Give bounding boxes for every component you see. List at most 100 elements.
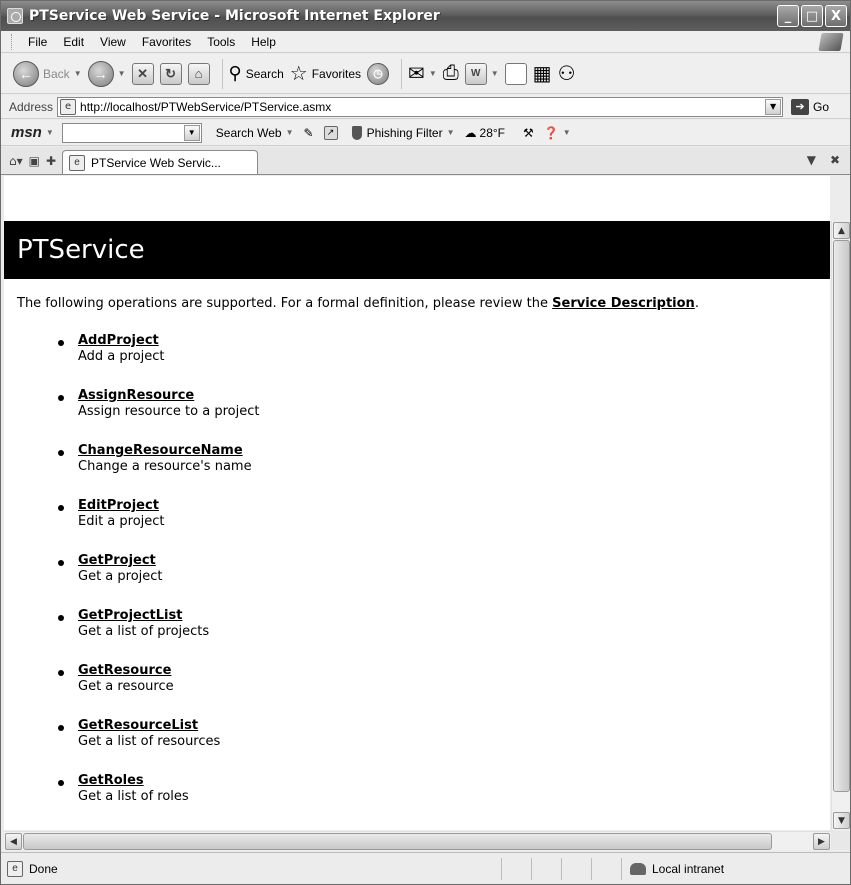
help-icon: ❓ — [543, 125, 559, 140]
menu-favorites[interactable]: Favorites — [134, 35, 199, 49]
ie-app-icon — [7, 8, 23, 24]
mail-icon: ✉ — [408, 63, 425, 85]
operation-link-editproject[interactable]: EditProject — [61, 498, 259, 513]
tools-icon: ⚒ — [523, 125, 534, 140]
operation-link-addproject[interactable]: AddProject — [61, 333, 259, 348]
operation-link-getroles[interactable]: GetRoles — [61, 773, 259, 788]
maximize-button[interactable]: □ — [801, 5, 823, 27]
toolbar-grip[interactable] — [11, 33, 14, 50]
operation-link-getproject[interactable]: GetProject — [61, 553, 259, 568]
tab-list-icon[interactable]: ▣ — [29, 154, 40, 168]
stop-icon: ✕ — [131, 62, 154, 85]
operation-link-getresource[interactable]: GetResource — [61, 663, 259, 678]
scroll-up-icon[interactable]: ▲ — [833, 222, 850, 239]
intro-paragraph: The following operations are supported. … — [17, 296, 699, 311]
popup-blocker-button[interactable]: ↗ — [323, 125, 342, 140]
new-tab-icon[interactable]: ✚ — [46, 154, 56, 168]
service-description-link[interactable]: Service Description — [552, 296, 695, 311]
msn-search-dropdown-icon[interactable]: ▼ — [183, 124, 200, 141]
security-zone[interactable]: Local intranet — [621, 857, 771, 880]
search-web-label: Search Web — [215, 125, 282, 140]
weather-label: 28°F — [479, 125, 505, 140]
operation-link-getprojectlist[interactable]: GetProjectList — [61, 608, 259, 623]
status-panels — [501, 857, 621, 880]
stop-button[interactable]: ✕ — [131, 62, 154, 85]
address-dropdown-icon[interactable]: ▼ — [765, 98, 782, 115]
menu-help[interactable]: Help — [243, 35, 284, 49]
vertical-scroll-thumb[interactable] — [833, 240, 850, 792]
close-tab-icon[interactable]: ✖ — [830, 153, 840, 167]
menu-file[interactable]: File — [20, 35, 55, 49]
history-button[interactable]: ◷ — [367, 62, 390, 85]
messenger-button[interactable]: ⚇ — [558, 61, 576, 86]
address-url[interactable]: http://localhost/PTWebService/PTService.… — [80, 100, 331, 114]
weather-button[interactable]: ☁ 28°F — [465, 126, 505, 140]
tools-button[interactable]: ⚒ — [523, 126, 534, 140]
vertical-scrollbar[interactable]: ▲ ▼ — [831, 221, 850, 830]
highlighter-icon: ✎ — [303, 125, 314, 140]
phishing-dropdown-icon[interactable]: ▼ — [447, 128, 455, 137]
refresh-button[interactable]: ↻ — [159, 62, 182, 85]
back-arrow-icon: ← — [13, 60, 39, 87]
help-button[interactable]: ❓ ▼ — [544, 126, 571, 140]
shield-icon — [351, 125, 362, 140]
close-button[interactable]: X — [825, 5, 847, 27]
horizontal-scrollbar[interactable]: ◀ ▶ — [4, 831, 831, 850]
mail-dropdown-icon[interactable]: ▼ — [429, 69, 437, 78]
edit-dropdown-icon[interactable]: ▼ — [491, 69, 499, 78]
page-title: PTService — [4, 221, 830, 279]
menu-view[interactable]: View — [92, 35, 134, 49]
discuss-button[interactable] — [504, 62, 527, 85]
standard-toolbar: ← Back ▼ → ▼ ✕ ↻ ⌂ ⚲ Search ☆ Favorites … — [1, 54, 850, 94]
search-button[interactable]: ⚲ Search — [229, 63, 284, 84]
operation-description: Get a list of roles — [78, 789, 189, 804]
forward-button[interactable]: → ▼ — [87, 60, 126, 87]
list-item: EditProject Edit a project — [57, 498, 259, 553]
horizontal-scroll-thumb[interactable] — [23, 833, 772, 850]
research-icon: ▦ — [532, 63, 552, 85]
edit-button[interactable]: W ▼ — [464, 62, 499, 85]
tab-icons: ⌂▾ ▣ ✚ — [9, 148, 56, 174]
go-button[interactable]: ➔ Go — [791, 98, 830, 115]
menu-edit[interactable]: Edit — [55, 35, 92, 49]
minimize-button[interactable]: _ — [777, 5, 799, 27]
favorites-button[interactable]: ☆ Favorites — [290, 61, 361, 86]
tab-row: ⌂▾ ▣ ✚ e PTService Web Servic... ▼ ✖ — [1, 147, 850, 175]
back-button[interactable]: ← Back ▼ — [13, 60, 82, 87]
popup-icon: ↗ — [323, 125, 338, 140]
scroll-right-icon[interactable]: ▶ — [813, 833, 830, 850]
tab-menu-icon[interactable]: ▼ — [807, 153, 816, 167]
status-panel — [501, 857, 531, 880]
quick-tabs-icon[interactable]: ⌂▾ — [9, 154, 23, 168]
home-button[interactable]: ⌂ — [187, 62, 210, 85]
back-dropdown-icon[interactable]: ▼ — [74, 69, 82, 78]
msn-search-input[interactable]: ▼ — [61, 122, 202, 143]
operation-description: Get a list of projects — [78, 624, 210, 639]
page-icon: e — [60, 98, 77, 115]
phishing-filter-button[interactable]: Phishing Filter ▼ — [351, 125, 455, 140]
tab-ptservice[interactable]: e PTService Web Servic... — [62, 150, 259, 174]
operation-link-changeresourcename[interactable]: ChangeResourceName — [61, 443, 259, 458]
intro-end: . — [694, 296, 699, 311]
scroll-down-icon[interactable]: ▼ — [833, 812, 850, 829]
print-button[interactable]: ⎙ — [443, 62, 459, 85]
search-icon: ⚲ — [228, 63, 242, 83]
list-item: GetRoles Get a list of roles — [57, 773, 259, 828]
msn-dropdown-icon[interactable]: ▼ — [46, 128, 54, 137]
mail-button[interactable]: ✉ ▼ — [408, 61, 437, 86]
help-dropdown-icon[interactable]: ▼ — [563, 128, 571, 137]
forward-dropdown-icon[interactable]: ▼ — [118, 69, 126, 78]
research-button[interactable]: ▦ — [533, 61, 552, 86]
msn-logo[interactable]: msn — [11, 124, 42, 141]
highlight-button[interactable]: ✎ — [304, 126, 314, 140]
favorites-label: Favorites — [311, 66, 362, 81]
address-label: Address — [9, 99, 54, 114]
address-input[interactable]: e http://localhost/PTWebService/PTServic… — [57, 96, 784, 117]
operation-link-assignresource[interactable]: AssignResource — [61, 388, 259, 403]
go-label: Go — [813, 99, 830, 114]
scroll-left-icon[interactable]: ◀ — [5, 833, 22, 850]
menu-tools[interactable]: Tools — [199, 35, 243, 49]
operation-link-getresourcelist[interactable]: GetResourceList — [61, 718, 259, 733]
search-web-button[interactable]: Search Web ▼ — [216, 126, 294, 140]
search-web-dropdown-icon[interactable]: ▼ — [286, 128, 294, 137]
